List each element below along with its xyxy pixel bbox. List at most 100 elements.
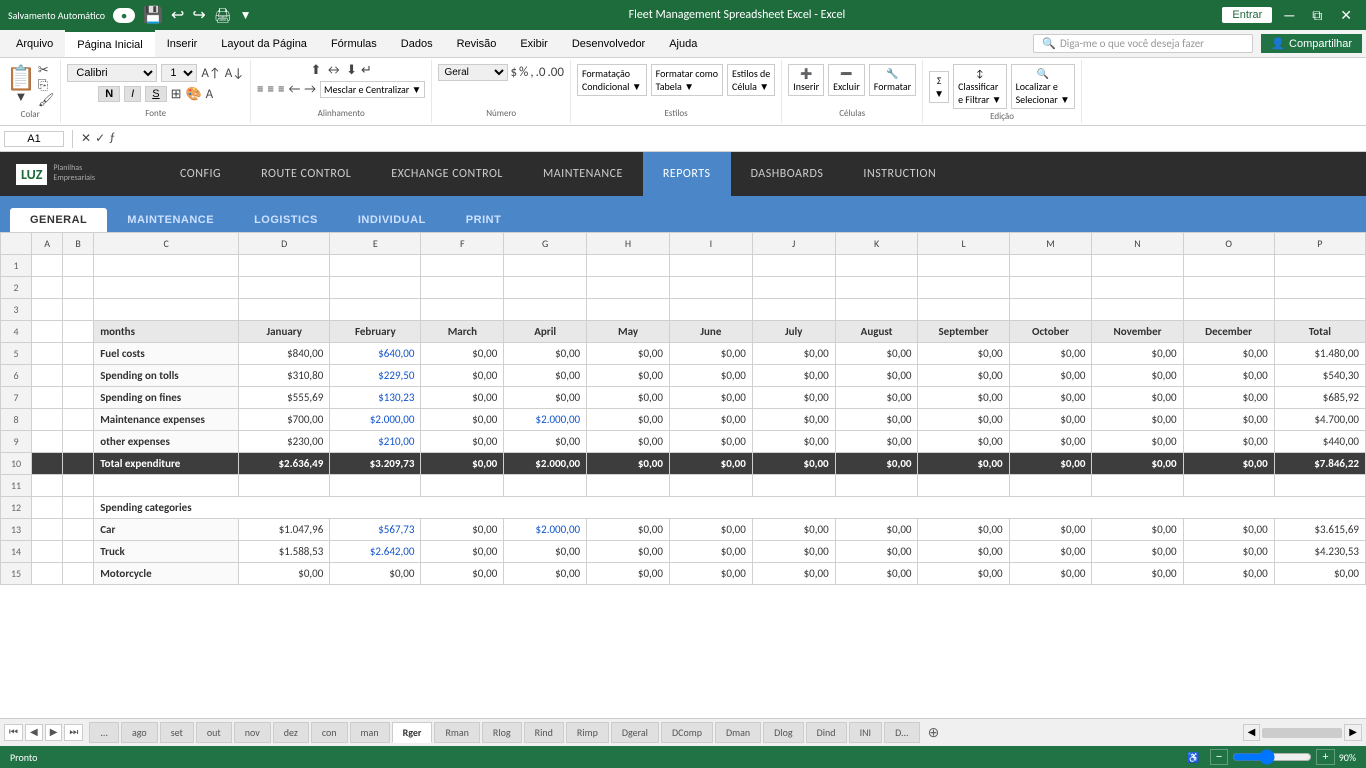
save-icon[interactable]: 💾	[143, 5, 163, 25]
nav-dashboards[interactable]: DASHBOARDS	[731, 152, 844, 196]
sort-button[interactable]: ↕Classificare Filtrar ▼	[953, 64, 1007, 109]
fuel-aug[interactable]: $0,00	[835, 343, 918, 365]
col-june-header[interactable]: June	[669, 321, 752, 343]
fuel-jan[interactable]: $840,00	[239, 343, 330, 365]
zoom-out-button[interactable]: −	[1210, 749, 1228, 765]
total-total[interactable]: $7.846,22	[1274, 453, 1365, 475]
format-button[interactable]: 🔧Formatar	[869, 64, 916, 96]
car-jan[interactable]: $1.047,96	[239, 519, 330, 541]
moto-jul[interactable]: $0,00	[752, 563, 835, 585]
restore-button[interactable]: ⧉	[1306, 5, 1328, 26]
truck-jun[interactable]: $0,00	[669, 541, 752, 563]
maintenance-label[interactable]: Maintenance expenses	[94, 409, 239, 431]
minimize-button[interactable]: ─	[1278, 5, 1300, 25]
col-april-header[interactable]: April	[504, 321, 587, 343]
scroll-left-btn[interactable]: ◀	[1243, 724, 1261, 741]
customize-icon[interactable]: ▼	[240, 8, 252, 23]
tolls-dec[interactable]: $0,00	[1183, 365, 1274, 387]
col-header-J[interactable]: J	[752, 233, 835, 255]
fines-nov[interactable]: $0,00	[1092, 387, 1183, 409]
font-color-icon[interactable]: A	[206, 88, 214, 101]
align-bottom-icon[interactable]: ⬇	[346, 64, 357, 77]
sheet-tab-out[interactable]: out	[196, 722, 232, 743]
col-header-E[interactable]: E	[330, 233, 421, 255]
fines-dec[interactable]: $0,00	[1183, 387, 1274, 409]
maint-total[interactable]: $4.700,00	[1274, 409, 1365, 431]
truck-apr[interactable]: $0,00	[504, 541, 587, 563]
car-may[interactable]: $0,00	[587, 519, 670, 541]
nav-instruction[interactable]: INSTRUCTION	[843, 152, 956, 196]
other-nov[interactable]: $0,00	[1092, 431, 1183, 453]
border-icon[interactable]: ⊞	[171, 88, 182, 101]
tolls-feb[interactable]: $229,50	[330, 365, 421, 387]
align-left-icon[interactable]: ≡	[257, 83, 263, 96]
other-label[interactable]: other expenses	[94, 431, 239, 453]
maint-jul[interactable]: $0,00	[752, 409, 835, 431]
maint-aug[interactable]: $0,00	[835, 409, 918, 431]
sheet-tab-dman[interactable]: Dman	[715, 722, 761, 743]
col-march-header[interactable]: March	[421, 321, 504, 343]
fines-may[interactable]: $0,00	[587, 387, 670, 409]
sheet-tab-dots[interactable]: ...	[89, 722, 119, 743]
moto-jan[interactable]: $0,00	[239, 563, 330, 585]
moto-mar[interactable]: $0,00	[421, 563, 504, 585]
truck-total[interactable]: $4.230,53	[1274, 541, 1365, 563]
tab-arquivo[interactable]: Arquivo	[4, 30, 65, 57]
find-button[interactable]: 🔍Localizar eSelecionar ▼	[1011, 64, 1075, 109]
truck-mar[interactable]: $0,00	[421, 541, 504, 563]
car-label[interactable]: Car	[94, 519, 239, 541]
fines-sep[interactable]: $0,00	[918, 387, 1009, 409]
sheet-tab-dlog[interactable]: Dlog	[763, 722, 803, 743]
sheet-tab-rger[interactable]: Rger	[392, 722, 433, 743]
report-tab-print[interactable]: PRINT	[446, 208, 522, 232]
col-header-D[interactable]: D	[239, 233, 330, 255]
sheet-tab-ago[interactable]: ago	[121, 722, 158, 743]
col-december-header[interactable]: December	[1183, 321, 1274, 343]
col-header-F[interactable]: F	[421, 233, 504, 255]
sheet-tab-rlog[interactable]: Rlog	[482, 722, 522, 743]
tolls-jul[interactable]: $0,00	[752, 365, 835, 387]
tab-pagina-inicial[interactable]: Página Inicial	[65, 30, 154, 57]
car-apr[interactable]: $2.000,00	[504, 519, 587, 541]
insert-button[interactable]: ➕Inserir	[788, 64, 824, 96]
col-may-header[interactable]: May	[587, 321, 670, 343]
tolls-nov[interactable]: $0,00	[1092, 365, 1183, 387]
horizontal-scrollbar[interactable]	[1262, 728, 1342, 738]
nav-exchange-control[interactable]: EXCHANGE CONTROL	[371, 152, 523, 196]
cut-icon[interactable]: ✂	[38, 64, 55, 77]
tab-formulas[interactable]: Fórmulas	[319, 30, 389, 57]
fines-oct[interactable]: $0,00	[1009, 387, 1092, 409]
paste-arrow-icon[interactable]: ▼	[15, 91, 28, 104]
format-table-button[interactable]: Formatar comoTabela ▼	[651, 64, 723, 96]
indent-decrease-icon[interactable]: ←	[288, 83, 300, 96]
other-sep[interactable]: $0,00	[918, 431, 1009, 453]
col-header-K[interactable]: K	[835, 233, 918, 255]
total-may[interactable]: $0,00	[587, 453, 670, 475]
col-september-header[interactable]: September	[918, 321, 1009, 343]
other-jul[interactable]: $0,00	[752, 431, 835, 453]
decimal-decrease-icon[interactable]: .00	[547, 66, 563, 79]
tolls-may[interactable]: $0,00	[587, 365, 670, 387]
other-may[interactable]: $0,00	[587, 431, 670, 453]
sheet-nav-next[interactable]: ▶	[45, 724, 63, 741]
currency-icon[interactable]: $	[510, 66, 517, 79]
maint-may[interactable]: $0,00	[587, 409, 670, 431]
zoom-slider[interactable]	[1232, 749, 1312, 765]
delete-button[interactable]: ➖Excluir	[828, 64, 865, 96]
maint-oct[interactable]: $0,00	[1009, 409, 1092, 431]
align-top-icon[interactable]: ⬆	[310, 64, 321, 77]
fines-apr[interactable]: $0,00	[504, 387, 587, 409]
fuel-oct[interactable]: $0,00	[1009, 343, 1092, 365]
sheet-tab-dez[interactable]: dez	[273, 722, 309, 743]
total-jan[interactable]: $2.636,49	[239, 453, 330, 475]
close-button[interactable]: ✕	[1334, 5, 1358, 26]
scroll-right-btn[interactable]: ▶	[1344, 724, 1362, 741]
add-sheet-button[interactable]: ⊕	[922, 724, 946, 741]
fines-feb[interactable]: $130,23	[330, 387, 421, 409]
moto-sep[interactable]: $0,00	[918, 563, 1009, 585]
car-mar[interactable]: $0,00	[421, 519, 504, 541]
moto-apr[interactable]: $0,00	[504, 563, 587, 585]
zoom-in-button[interactable]: +	[1316, 749, 1334, 765]
total-oct[interactable]: $0,00	[1009, 453, 1092, 475]
print-icon[interactable]: 🖨	[214, 7, 232, 24]
